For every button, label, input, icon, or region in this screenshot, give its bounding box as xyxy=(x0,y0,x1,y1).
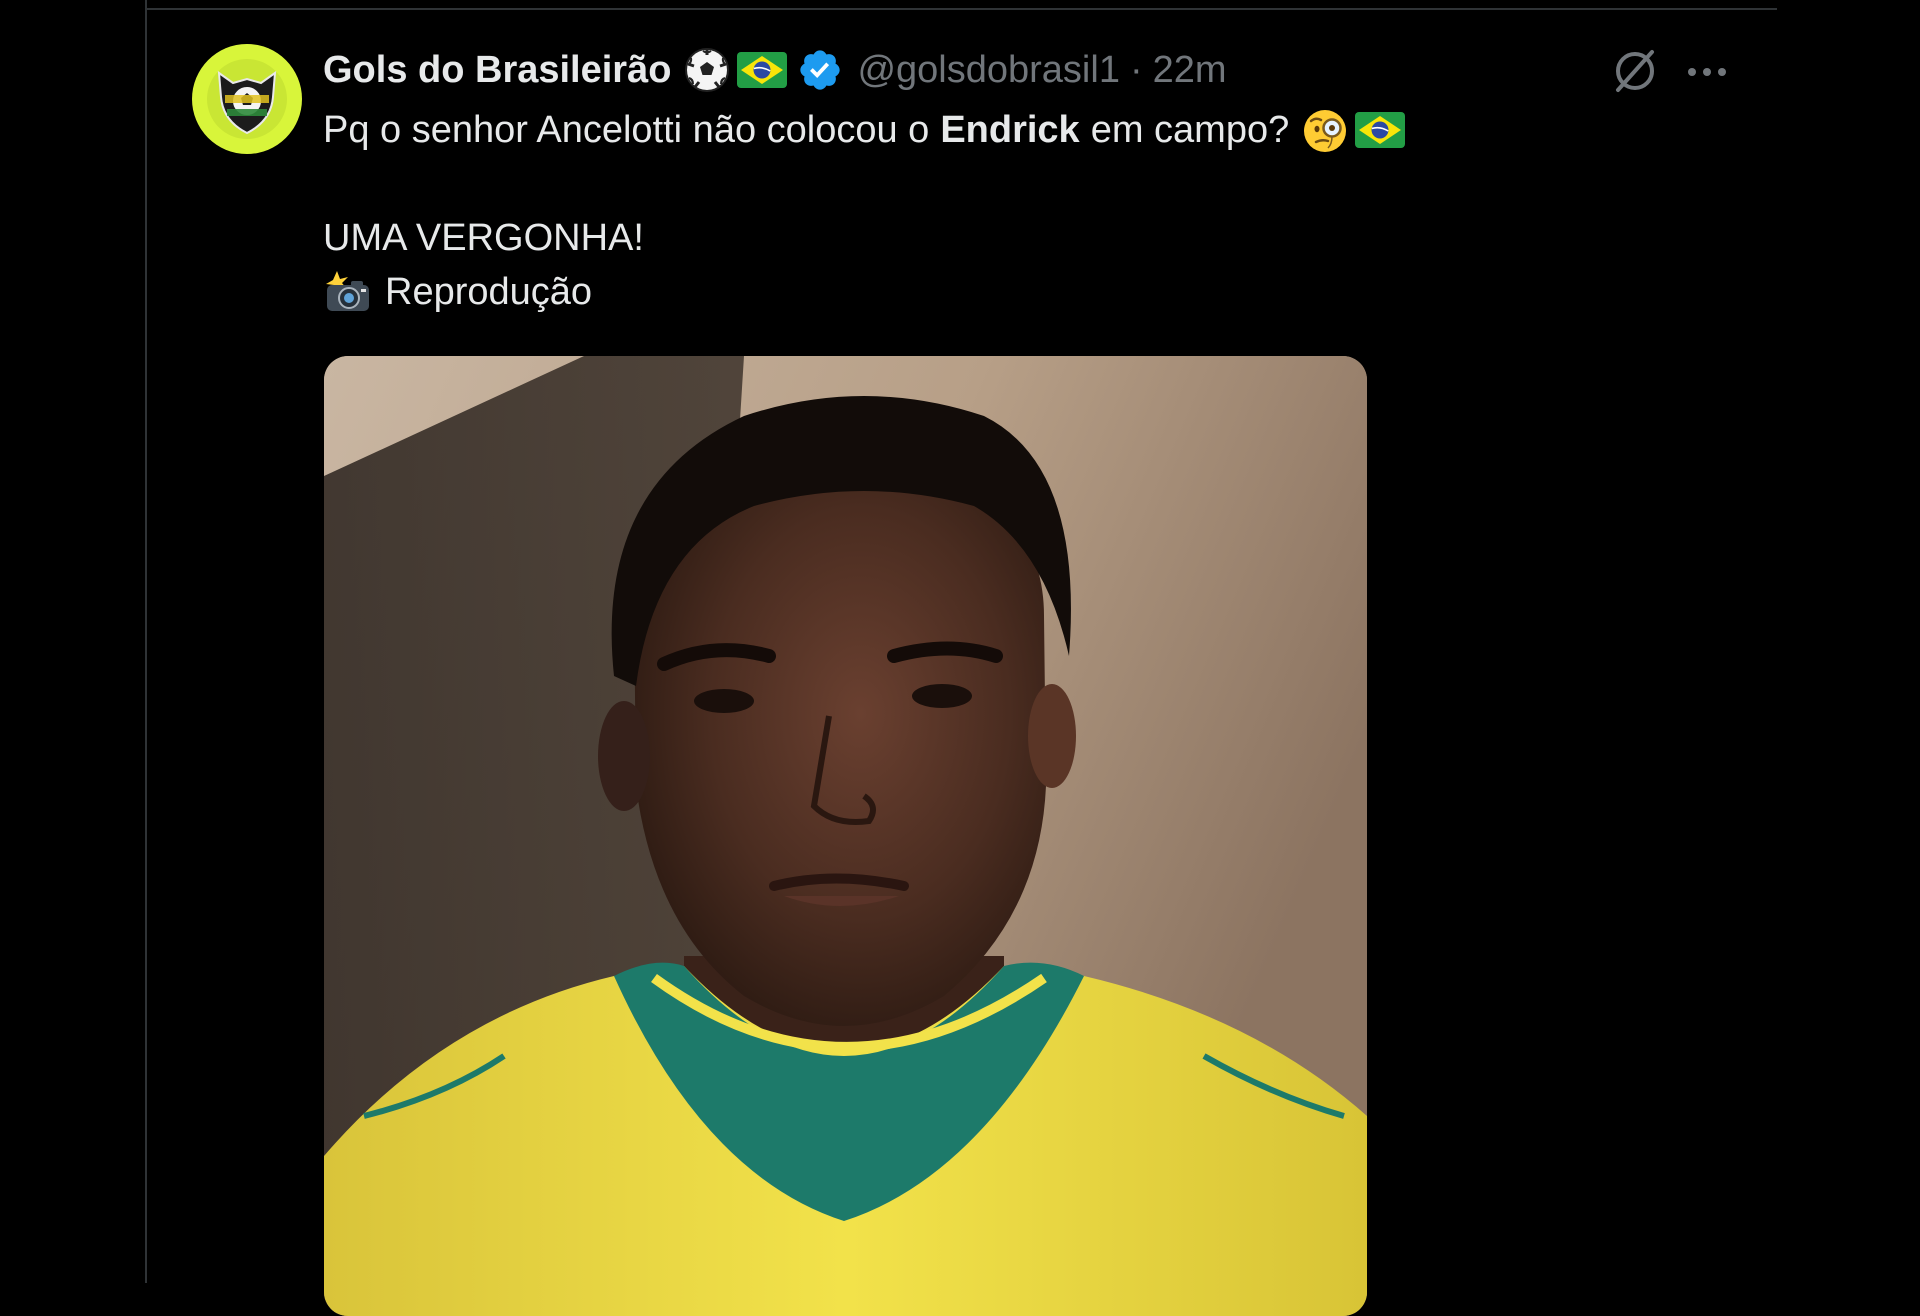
verified-badge-icon[interactable] xyxy=(797,47,843,93)
camera-flash-icon xyxy=(326,271,369,311)
user-handle[interactable]: @golsdobrasil1 xyxy=(857,49,1120,92)
player-portrait-image xyxy=(324,356,1367,1316)
face-with-monocle-icon xyxy=(1304,110,1347,152)
tweet-text-segment: em campo? xyxy=(1090,109,1290,151)
brazil-flag-icon xyxy=(1355,112,1406,148)
divider xyxy=(147,8,1777,10)
display-name[interactable]: Gols do Brasileirão xyxy=(323,49,671,92)
more-options-icon[interactable] xyxy=(1684,52,1730,92)
tweet-header: Gols do Brasileirão @golsdobrasil1 · 22m xyxy=(323,44,1227,96)
grok-icon[interactable] xyxy=(1610,46,1660,96)
tweet-text-segment: Pq o senhor Ancelotti não colocou o xyxy=(323,109,930,151)
tweet-text-segment: Reprodução xyxy=(385,271,593,313)
tweet-text-line: UMA VERGONHA! xyxy=(323,211,1623,265)
separator-dot: · xyxy=(1129,48,1143,91)
tweet-text-line: Reprodução xyxy=(323,265,1623,319)
tweet-text-bold: Endrick xyxy=(940,109,1080,151)
brazil-flag-icon xyxy=(737,52,788,88)
tweet-media-photo[interactable] xyxy=(324,356,1367,1316)
tweet-text: Pq o senhor Ancelotti não colocou o Endr… xyxy=(323,103,1623,319)
timestamp[interactable]: 22m xyxy=(1153,49,1227,92)
club-badge-icon xyxy=(207,59,287,139)
avatar[interactable] xyxy=(192,44,302,154)
timeline-column: Gols do Brasileirão @golsdobrasil1 · 22m xyxy=(145,0,1777,1316)
soccer-ball-icon xyxy=(685,48,730,92)
tweet-text-line: Pq o senhor Ancelotti não colocou o Endr… xyxy=(323,103,1623,157)
tweet-text-segment: UMA VERGONHA! xyxy=(323,217,644,259)
